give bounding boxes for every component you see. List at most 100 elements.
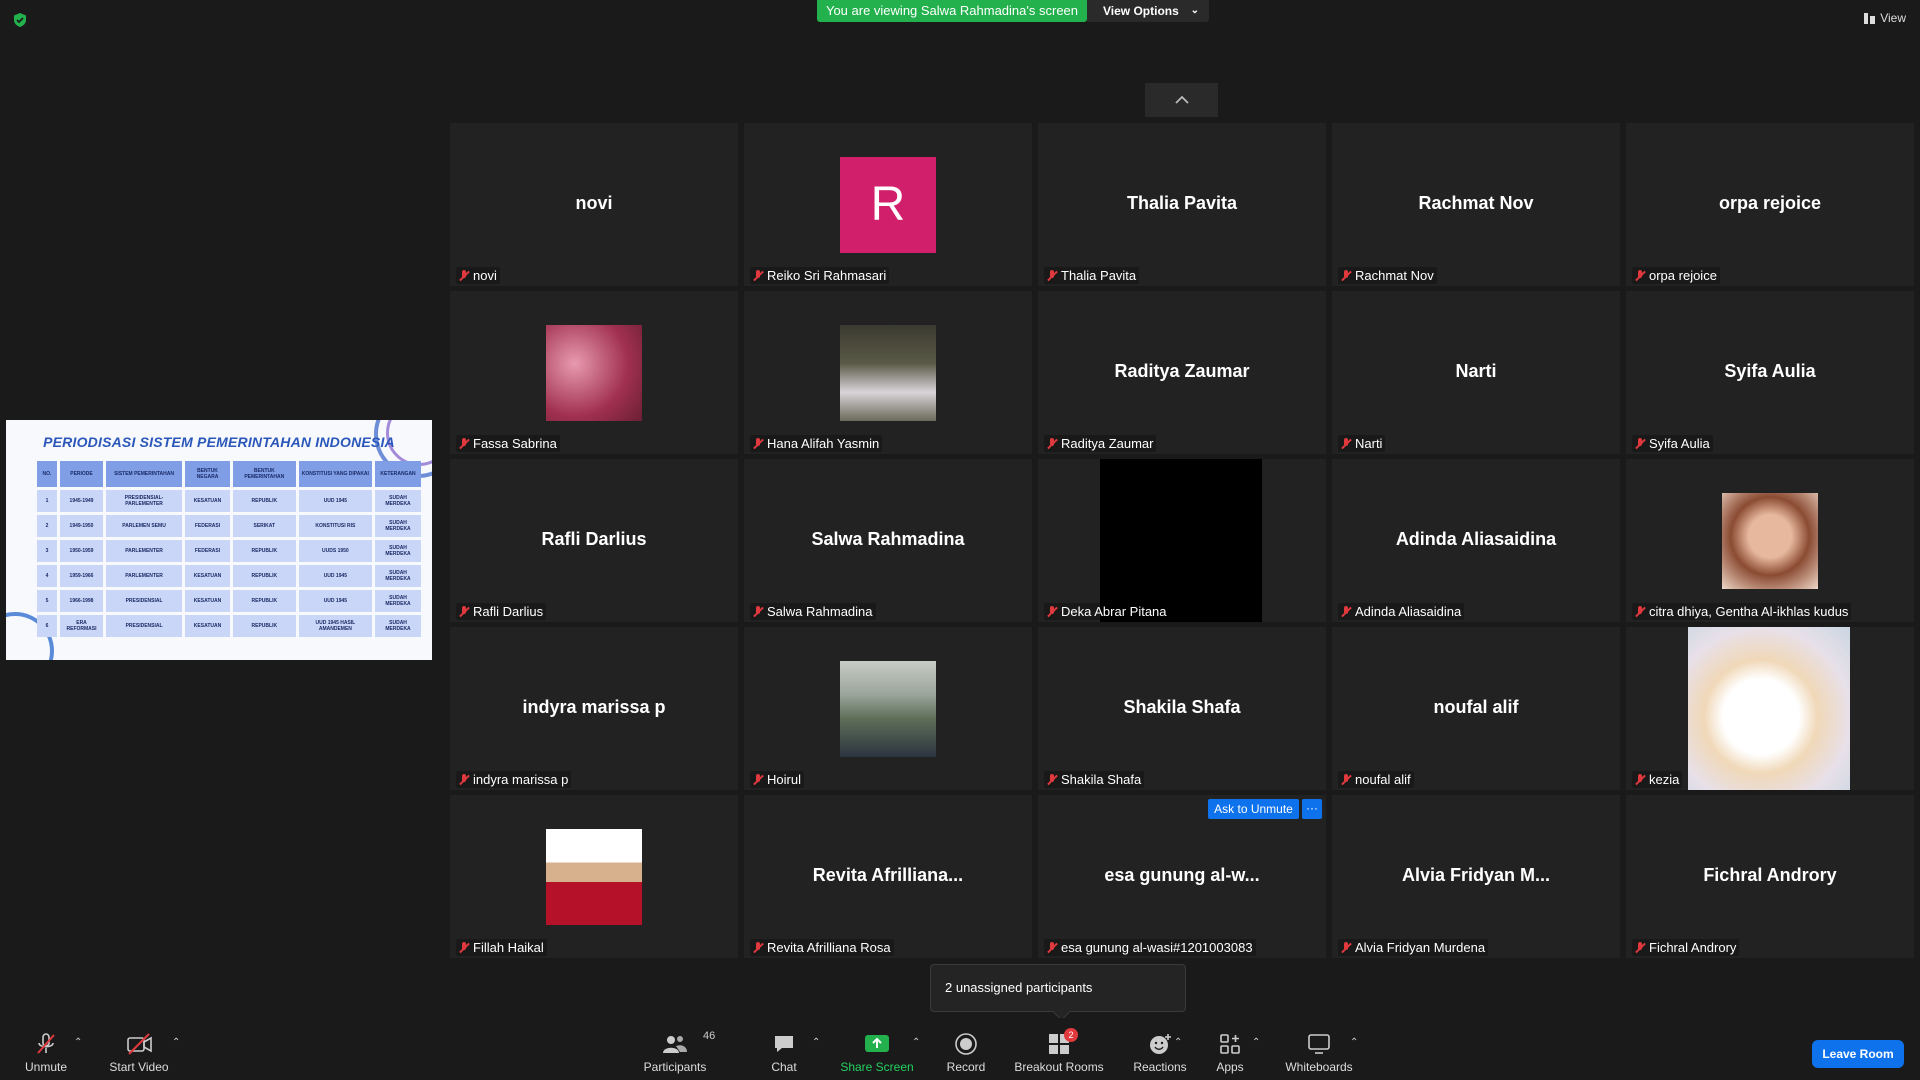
- participant-tile[interactable]: Fassa Sabrina: [450, 291, 738, 454]
- apps-button[interactable]: Apps: [1212, 1032, 1248, 1076]
- view-button[interactable]: View: [1864, 11, 1906, 25]
- participant-name-label: Raditya Zaumar: [1044, 435, 1157, 452]
- participant-tile[interactable]: Shakila Shafa Shakila Shafa: [1038, 627, 1326, 790]
- record-button[interactable]: Record: [946, 1032, 986, 1076]
- share-screen-button[interactable]: Share Screen: [840, 1032, 914, 1076]
- participant-display-name: Thalia Pavita: [1126, 193, 1238, 213]
- microphone-muted-icon: [753, 941, 763, 954]
- microphone-muted-icon: [459, 941, 469, 954]
- participant-name: esa gunung al-wasi#1201003083: [1061, 940, 1253, 955]
- participant-tile[interactable]: Adinda Aliasaidina Adinda Aliasaidina: [1332, 459, 1620, 622]
- participant-tile[interactable]: orpa rejoice orpa rejoice: [1626, 123, 1914, 286]
- microphone-muted-icon: [753, 437, 763, 450]
- more-options-button[interactable]: ···: [1302, 799, 1322, 819]
- participant-tile[interactable]: esa gunung al-w... esa gunung al-wasi#120…: [1038, 795, 1326, 958]
- participant-tile[interactable]: Revita Afrilliana... Revita Afrilliana Ro…: [744, 795, 1032, 958]
- participant-name: novi: [473, 268, 497, 283]
- participant-display-name: Raditya Zaumar: [1114, 361, 1250, 381]
- apps-options-caret[interactable]: ⌃: [1252, 1037, 1260, 1048]
- slide-table-header: BENTUK PEMERINTAHAN: [232, 461, 296, 487]
- whiteboards-button[interactable]: Whiteboards: [1282, 1032, 1356, 1076]
- participant-tile[interactable]: Raditya Zaumar Raditya Zaumar: [1038, 291, 1326, 454]
- microphone-muted-icon: [459, 437, 469, 450]
- slide-table-cell: REPUBLIK: [232, 540, 296, 562]
- participant-tile[interactable]: Rafli Darlius Rafli Darlius: [450, 459, 738, 622]
- collapse-gallery-button[interactable]: [1145, 83, 1218, 117]
- participant-name-label: Hoirul: [750, 771, 804, 788]
- slide-table-cell: SERIKAT: [232, 515, 296, 537]
- slide-table-cell: UUD 1945 HASIL AMANDEMEN: [298, 615, 373, 637]
- microphone-muted-icon: [753, 773, 763, 786]
- participant-tile[interactable]: kezia: [1626, 627, 1914, 790]
- participant-name-label: Fichral Androry: [1632, 939, 1740, 956]
- slide-table-row: 5 1966-1998 PRESIDENSIAL KESATUAN REPUBLIK UU…: [37, 590, 421, 612]
- encryption-shield-icon[interactable]: [12, 12, 28, 28]
- whiteboard-icon: [1308, 1034, 1330, 1054]
- participant-name: Shakila Shafa: [1061, 772, 1142, 787]
- slide-table-cell: FEDERASI: [185, 540, 230, 562]
- participant-name-label: Salwa Rahmadina: [750, 603, 876, 620]
- chat-button[interactable]: Chat: [768, 1032, 800, 1076]
- participant-tile[interactable]: Thalia Pavita Thalia Pavita: [1038, 123, 1326, 286]
- slide-table-cell: 1949-1950: [60, 515, 104, 537]
- unmute-button[interactable]: Unmute: [20, 1032, 72, 1076]
- participant-tile[interactable]: Syifa Aulia Syifa Aulia: [1626, 291, 1914, 454]
- participant-tile[interactable]: novi novi: [450, 123, 738, 286]
- participant-tile[interactable]: Salwa Rahmadina Salwa Rahmadina: [744, 459, 1032, 622]
- participant-tile[interactable]: citra dhiya, Gentha Al-ikhlas kudus: [1626, 459, 1914, 622]
- microphone-muted-icon: [1635, 941, 1645, 954]
- participant-display-name: orpa rejoice: [1718, 193, 1822, 213]
- share-options-caret[interactable]: ⌃: [912, 1037, 920, 1048]
- participant-tile[interactable]: indyra marissa p indyra marissa p: [450, 627, 738, 790]
- slide-table-header: BENTUK NEGARA: [185, 461, 230, 487]
- participant-tile[interactable]: Rachmat Nov Rachmat Nov: [1332, 123, 1620, 286]
- meeting-toolbar: Unmute ⌃ Start Video ⌃ 46 Participants C…: [0, 1018, 1920, 1080]
- slide-table-cell: PRESIDENSIAL-PARLEMENTER: [106, 490, 183, 512]
- view-options-button[interactable]: View Options ⌄: [1087, 0, 1209, 22]
- participant-name: Adinda Aliasaidina: [1355, 604, 1462, 619]
- participant-tile[interactable]: Hana Alifah Yasmin: [744, 291, 1032, 454]
- participant-name-label: Hana Alifah Yasmin: [750, 435, 883, 452]
- breakout-rooms-label: Breakout Rooms: [1014, 1060, 1104, 1074]
- ask-to-unmute-button[interactable]: Ask to Unmute: [1208, 799, 1299, 819]
- reactions-options-caret[interactable]: ⌃: [1174, 1037, 1182, 1048]
- microphone-muted-icon: [459, 269, 469, 282]
- breakout-rooms-button[interactable]: 2 Breakout Rooms: [1014, 1028, 1104, 1076]
- participant-tile[interactable]: Alvia Fridyan M... Alvia Fridyan Murdena: [1332, 795, 1620, 958]
- participant-display-name: Fichral Androry: [1703, 865, 1837, 885]
- chat-options-caret[interactable]: ⌃: [812, 1037, 820, 1048]
- participant-name: Syifa Aulia: [1649, 436, 1710, 451]
- participant-display-name: Alvia Fridyan M...: [1401, 865, 1551, 885]
- leave-room-button[interactable]: Leave Room: [1812, 1040, 1904, 1068]
- start-video-button[interactable]: Start Video: [106, 1032, 172, 1076]
- participant-tile[interactable]: R Reiko Sri Rahmasari: [744, 123, 1032, 286]
- shared-screen[interactable]: PERIODISASI SISTEM PEMERINTAHAN INDONESI…: [6, 420, 432, 660]
- participant-tile[interactable]: noufal alif noufal alif: [1332, 627, 1620, 790]
- avatar: R: [840, 157, 936, 253]
- slide-table-row: 4 1959-1966 PARLEMENTER KESATUAN REPUBLIK UUD…: [37, 565, 421, 587]
- participant-tile[interactable]: Fillah Haikal: [450, 795, 738, 958]
- participant-display-name: Narti: [1455, 361, 1497, 381]
- participant-name: Fichral Androry: [1649, 940, 1737, 955]
- slide-title: PERIODISASI SISTEM PEMERINTAHAN INDONESI…: [43, 434, 395, 450]
- participant-name-label: Rachmat Nov: [1338, 267, 1437, 284]
- participant-display-name: Shakila Shafa: [1123, 697, 1241, 717]
- participants-button[interactable]: 46 Participants: [640, 1030, 716, 1076]
- participant-display-name: noufal alif: [1433, 697, 1519, 717]
- audio-options-caret[interactable]: ⌃: [74, 1037, 82, 1048]
- participant-tile[interactable]: Fichral Androry Fichral Androry: [1626, 795, 1914, 958]
- whiteboards-label: Whiteboards: [1285, 1060, 1353, 1074]
- participant-tile[interactable]: Deka Abrar Pitana: [1038, 459, 1326, 622]
- slide-table-cell: PARLEMENTER: [106, 540, 183, 562]
- microphone-muted-icon: [1635, 605, 1645, 618]
- participants-icon: [663, 1036, 687, 1053]
- video-options-caret[interactable]: ⌃: [172, 1037, 180, 1048]
- participant-name: Deka Abrar Pitana: [1061, 604, 1167, 619]
- participant-name: orpa rejoice: [1649, 268, 1717, 283]
- slide-table-cell: REPUBLIK: [232, 565, 296, 587]
- participant-tile[interactable]: Hoirul: [744, 627, 1032, 790]
- participant-display-name: Rafli Darlius: [541, 529, 647, 549]
- participant-tile[interactable]: Narti Narti: [1332, 291, 1620, 454]
- whiteboards-options-caret[interactable]: ⌃: [1350, 1037, 1358, 1048]
- slide-table-cell: UUD 1945: [298, 490, 373, 512]
